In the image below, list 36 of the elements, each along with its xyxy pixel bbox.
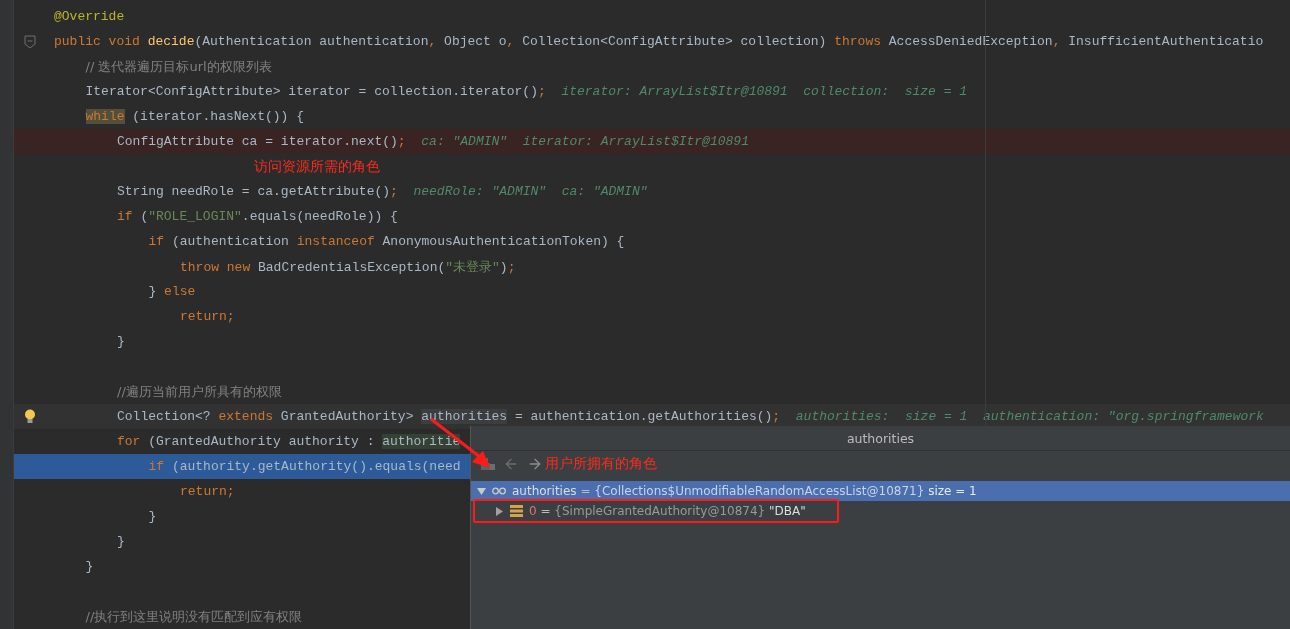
variable-label: authorities = {Collections$UnmodifiableRandomAccessList@10871} size = 1 (512, 484, 977, 498)
expand-icon[interactable] (495, 506, 504, 516)
code-line: if (authority.getAuthority().equals(need (148, 459, 461, 474)
code-line: } (117, 534, 125, 549)
code-line: Iterator<ConfigAttribute> iterator = collection.iterator(); iterator: ArrayList$Itr@10891 collection: size = 1 (85, 84, 968, 99)
glasses-icon (492, 487, 506, 495)
code-line: //遍历当前用户所具有的权限 (117, 382, 282, 401)
code-line: Collection<? extends GrantedAuthority> authorities = authentication.getAuthorities(); authorities: size = 1 authentication: "org.springframework (117, 409, 1264, 424)
code-line: ConfigAttribute ca = iterator.next(); ca: "ADMIN" iterator: ArrayList$Itr@10891 (117, 134, 749, 149)
annotation-text: 用户所拥有的角色 (545, 455, 657, 473)
field-icon (510, 505, 523, 517)
tree-row[interactable]: 0 = {SimpleGrantedAuthority@10874} "DBA" (471, 501, 1290, 521)
code-line: @Override (54, 9, 125, 24)
lightbulb-icon[interactable] (24, 409, 36, 424)
code-line: if (authentication instanceof AnonymousAuthenticationToken) { (148, 234, 625, 249)
code-line: public void decide(Authentication authentication, Object o, Collection<ConfigAttribute> collection) throws AccessDeniedException, InsufficientAuthenticatio (54, 34, 1264, 49)
tree-row[interactable]: authorities = {Collections$UnmodifiableRandomAccessList@10871} size = 1 (471, 481, 1290, 501)
code-line: if ("ROLE_LOGIN".equals(needRole)) { (117, 209, 398, 224)
code-line: } else (148, 284, 196, 299)
code-line: } (117, 334, 125, 349)
code-line: } (85, 559, 94, 574)
code-line: //执行到这里说明没有匹配到应有权限 (85, 607, 303, 626)
code-line: String needRole = ca.getAttribute(); needRole: "ADMIN" ca: "ADMIN" (117, 184, 648, 199)
code-line: while (iterator.hasNext()) { (85, 109, 304, 124)
annotation-text: 访问资源所需的角色 (254, 157, 380, 176)
code-line: throw new BadCredentialsException("未登录"); (180, 258, 516, 276)
collapse-icon[interactable] (477, 486, 486, 496)
code-line: return; (180, 309, 235, 324)
code-line: return; (180, 484, 235, 499)
code-line: for (GrantedAuthority authority : authoritie (117, 434, 461, 449)
code-line: } (148, 509, 157, 524)
back-icon[interactable] (503, 456, 519, 472)
forward-icon[interactable] (527, 456, 543, 472)
code-line: // 迭代器遍历目标url的权限列表 (85, 57, 272, 76)
fold-icon[interactable] (24, 34, 36, 49)
variable-label: 0 = {SimpleGrantedAuthority@10874} "DBA" (529, 504, 806, 518)
